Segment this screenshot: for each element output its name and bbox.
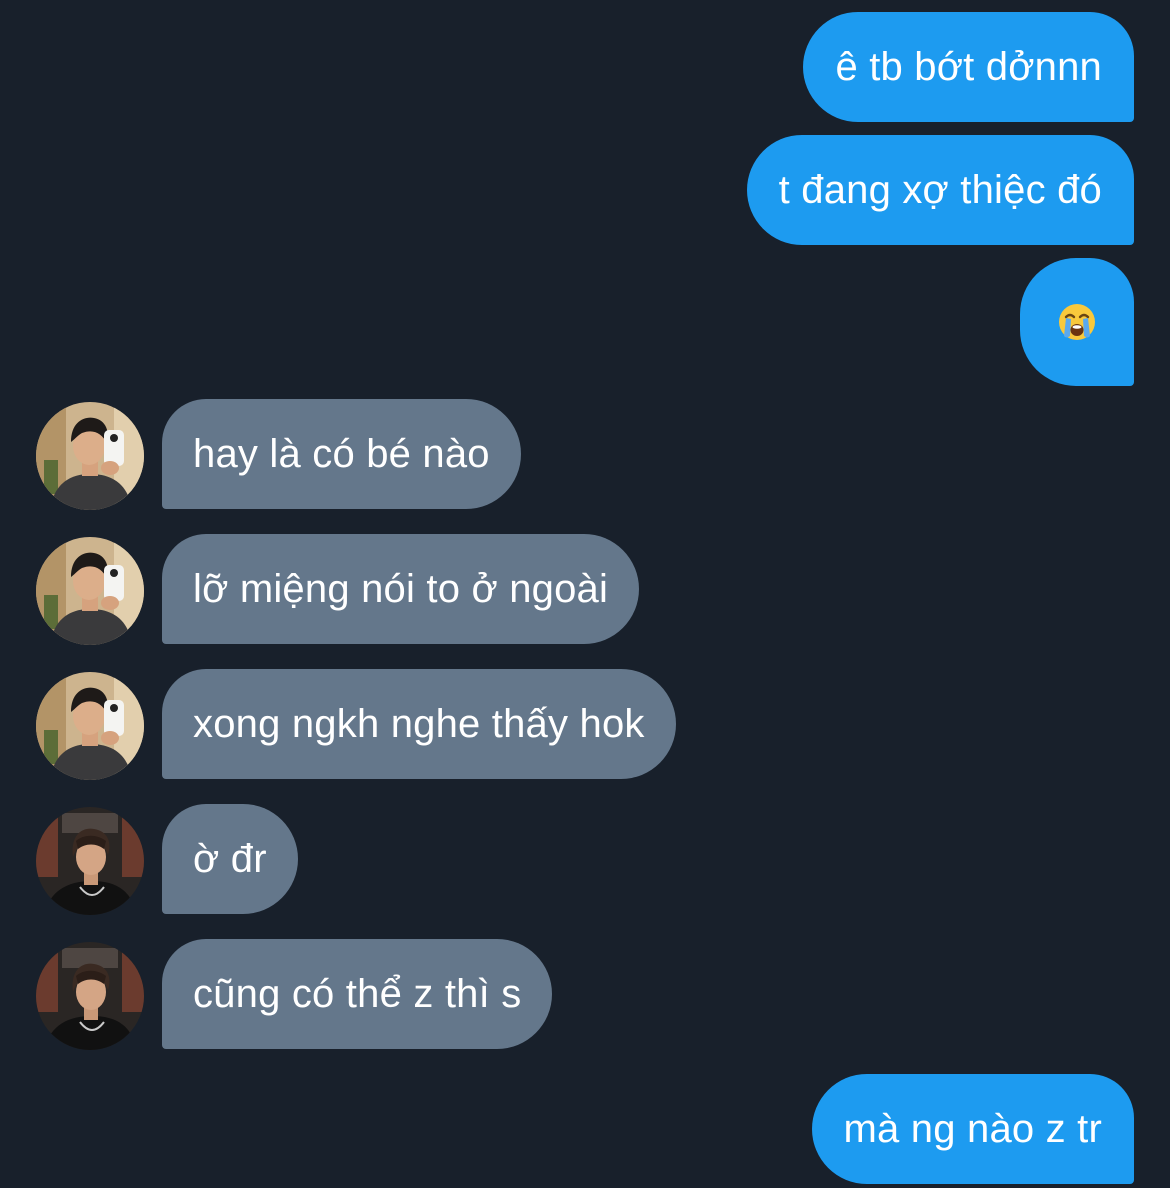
outgoing-message-bubble[interactable]: ê tb bớt dởnnn <box>803 12 1134 122</box>
incoming-message-bubble[interactable]: lỡ miệng nói to ở ngoài <box>162 534 640 644</box>
message-text: xong ngkh nghe thấy hok <box>193 702 645 746</box>
message-text: lỡ miệng nói to ở ngoài <box>193 567 609 611</box>
loudly-crying-face-icon <box>1057 302 1097 342</box>
message-text: t đang xợ thiệc đó <box>778 168 1102 212</box>
incoming-message-bubble[interactable]: xong ngkh nghe thấy hok <box>162 669 676 779</box>
avatar-mirror-selfie-image <box>36 402 144 510</box>
incoming-message-bubble[interactable]: hay là có bé nào <box>162 399 521 509</box>
avatar[interactable] <box>36 807 144 915</box>
avatar-mirror-selfie-image <box>36 537 144 645</box>
avatar[interactable] <box>36 942 144 1050</box>
avatar[interactable] <box>36 537 144 645</box>
incoming-message-bubble[interactable]: cũng có thể z thì s <box>162 939 553 1049</box>
message-text: cũng có thể z thì s <box>193 972 522 1016</box>
message-text: ê tb bớt dởnnn <box>835 45 1102 89</box>
avatar[interactable] <box>36 672 144 780</box>
outgoing-message-bubble[interactable]: t đang xợ thiệc đó <box>746 135 1134 245</box>
incoming-message-bubble[interactable]: ờ đr <box>162 804 298 914</box>
avatar-mirror-selfie-image <box>36 672 144 780</box>
avatar-dark-portrait-image <box>36 942 144 1050</box>
outgoing-message-bubble[interactable]: mà ng nào z tr <box>811 1074 1134 1184</box>
message-text: hay là có bé nào <box>193 432 490 476</box>
message-text: ờ đr <box>193 837 267 881</box>
avatar[interactable] <box>36 402 144 510</box>
message-text: mà ng nào z tr <box>843 1107 1102 1151</box>
avatar-dark-portrait-image <box>36 807 144 915</box>
outgoing-emoji-bubble[interactable] <box>1020 258 1134 386</box>
